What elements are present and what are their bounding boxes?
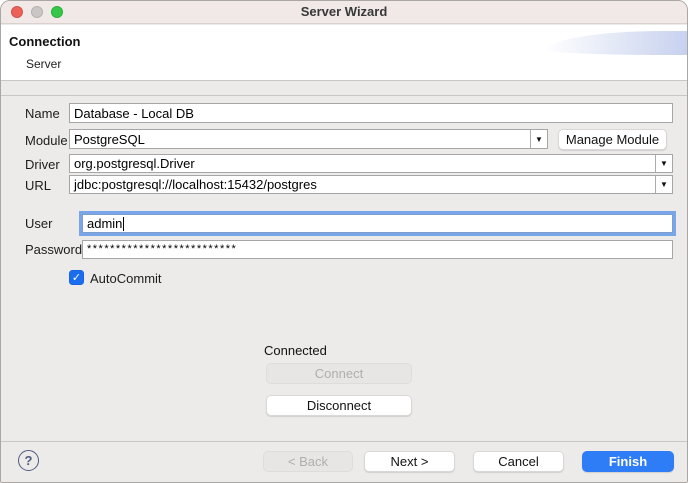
manage-module-button[interactable]: Manage Module [558,129,667,150]
url-value: jdbc:postgresql://localhost:15432/postgr… [74,177,317,192]
module-combo[interactable]: PostgreSQL ▼ [69,129,548,149]
driver-combo[interactable]: org.postgresql.Driver ▼ [69,154,673,173]
next-button[interactable]: Next > [364,451,455,472]
header-gradient-decoration [547,31,687,55]
footer-divider [1,441,687,442]
driver-value: org.postgresql.Driver [74,156,195,171]
user-input[interactable]: admin [82,214,673,233]
autocommit-label[interactable]: AutoCommit [90,271,162,286]
title-bar[interactable]: Server Wizard [1,1,687,24]
module-value: PostgreSQL [74,131,145,147]
text-caret [123,216,125,231]
password-value: ************************** [87,243,238,255]
name-label: Name [25,106,60,121]
url-label: URL [25,178,52,193]
cancel-button[interactable]: Cancel [473,451,564,472]
module-dropdown-arrow-icon[interactable]: ▼ [530,130,547,148]
back-button[interactable]: < Back [263,451,353,472]
name-input[interactable]: Database - Local DB [69,103,673,123]
password-label: Password [25,242,83,257]
finish-button[interactable]: Finish [582,451,674,472]
help-button[interactable]: ? [18,450,39,471]
page-title: Connection [9,34,81,49]
checkmark-icon: ✓ [71,272,82,284]
page-subtitle: Server [26,57,62,71]
disconnect-button[interactable]: Disconnect [266,395,412,416]
wizard-header: Connection Server [1,25,687,81]
help-icon: ? [24,453,33,468]
password-input[interactable]: ************************** [82,240,673,259]
autocommit-checkbox[interactable]: ✓ [69,270,84,285]
window-title: Server Wizard [300,4,388,19]
user-label: User [25,216,53,231]
url-dropdown-arrow-icon[interactable]: ▼ [655,176,672,193]
connect-button[interactable]: Connect [266,363,412,384]
connection-status: Connected [264,343,327,358]
user-value: admin [87,216,123,231]
driver-label: Driver [25,157,60,172]
server-wizard-dialog: Server Wizard Connection Server Name Dat… [0,0,688,483]
module-label: Module [25,133,68,148]
name-value: Database - Local DB [74,105,194,121]
driver-dropdown-arrow-icon[interactable]: ▼ [655,155,672,172]
url-combo[interactable]: jdbc:postgresql://localhost:15432/postgr… [69,175,673,194]
header-divider [1,95,687,96]
